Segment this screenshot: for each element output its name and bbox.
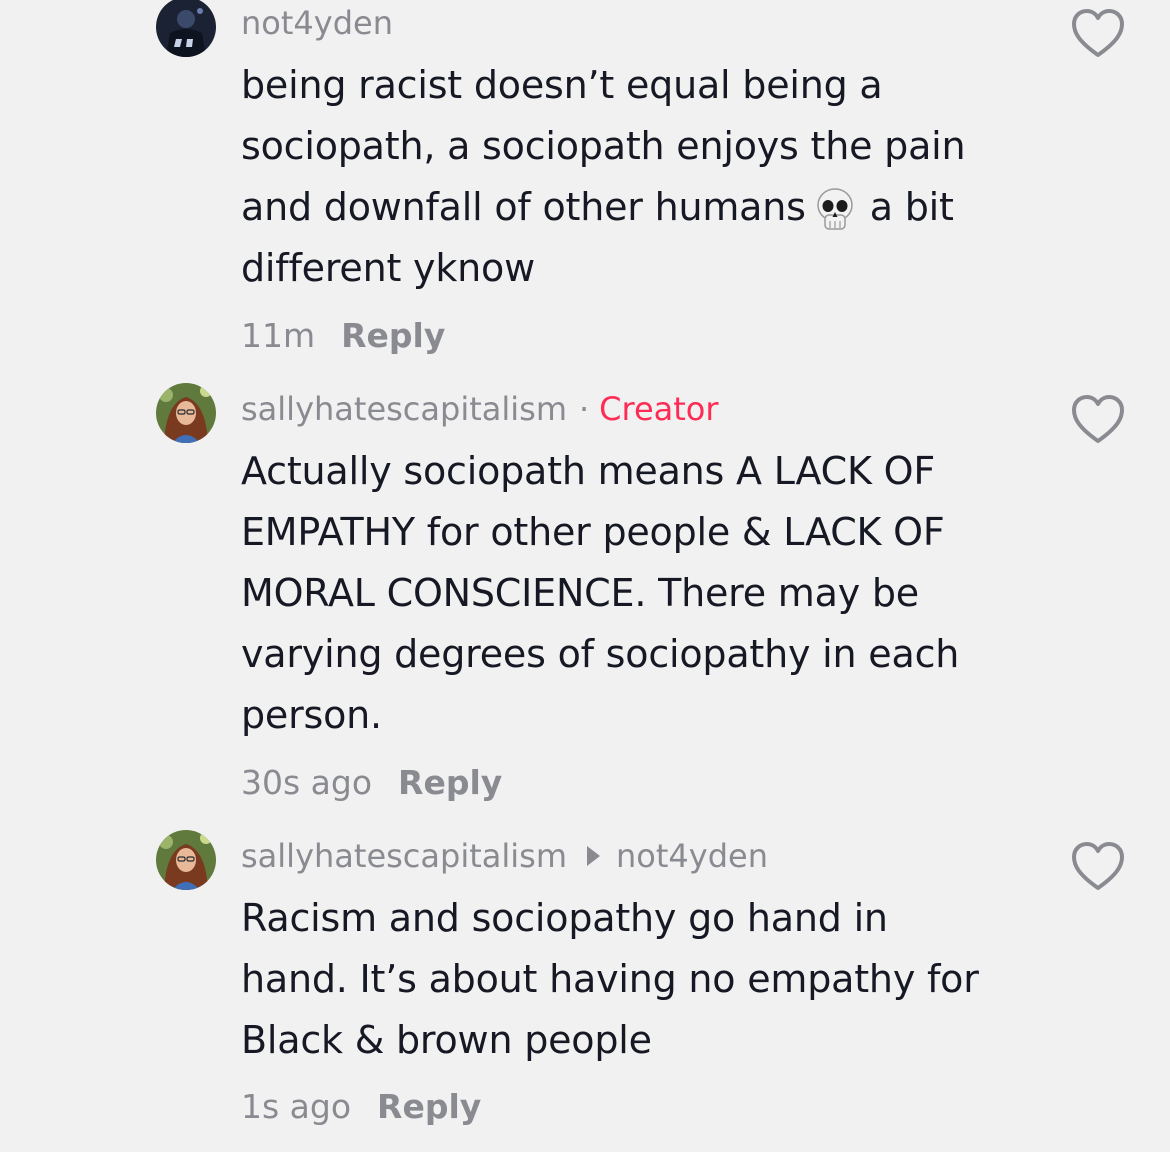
comment-text: being racist doesn’t equal being a socio… (241, 55, 1031, 299)
comment-meta: 30s ago Reply (241, 762, 502, 802)
heart-outline-icon (1072, 9, 1124, 57)
username[interactable]: not4yden (241, 4, 393, 42)
timestamp: 1s ago (241, 1086, 352, 1126)
comment-line: Black & brown people (241, 1018, 652, 1062)
reply-button[interactable]: Reply (398, 763, 502, 802)
username[interactable]: sallyhatescapitalism (241, 837, 567, 875)
avatar[interactable] (156, 830, 216, 890)
reply-to-username[interactable]: not4yden (616, 837, 768, 875)
comment-line-with-emoji: and downfall of other humans a bit (241, 177, 1031, 238)
comment-line: Racism and sociopathy go hand in (241, 896, 888, 940)
triangle-right-icon (586, 846, 600, 866)
comment-text: Actually sociopath means A LACK OF EMPAT… (241, 441, 1031, 746)
skull-emoji-icon (810, 185, 860, 235)
creator-badge: Creator (599, 390, 719, 428)
comment-line: sociopath, a sociopath enjoys the pain (241, 124, 966, 168)
heart-outline-icon (1072, 395, 1124, 443)
comment-line: person. (241, 693, 382, 737)
comment-meta: 11m Reply (241, 315, 445, 355)
avatar[interactable] (156, 0, 216, 57)
comment-text: Racism and sociopathy go hand in hand. I… (241, 888, 1031, 1071)
comment-line: hand. It’s about having no empathy for (241, 957, 979, 1001)
comment-line: MORAL CONSCIENCE. There may be (241, 571, 919, 615)
reply-button[interactable]: Reply (377, 1087, 481, 1126)
like-button[interactable] (1070, 8, 1126, 60)
heart-outline-icon (1072, 842, 1124, 890)
username-row: sallyhatescapitalism not4yden (241, 836, 768, 876)
comment-meta: 1s ago Reply (241, 1086, 481, 1126)
like-button[interactable] (1070, 841, 1126, 893)
like-button[interactable] (1070, 394, 1126, 446)
timestamp: 11m (241, 315, 316, 355)
separator: · (578, 390, 590, 428)
comment-line: being racist doesn’t equal being a (241, 63, 883, 107)
comment-line: EMPATHY for other people & LACK OF (241, 510, 945, 554)
username-row: not4yden (241, 3, 393, 43)
username[interactable]: sallyhatescapitalism (241, 390, 567, 428)
comment-line: different yknow (241, 246, 535, 290)
avatar[interactable] (156, 383, 216, 443)
comment-line: Actually sociopath means A LACK OF (241, 449, 935, 493)
comment-line: varying degrees of sociopathy in each (241, 632, 960, 676)
timestamp: 30s ago (241, 762, 373, 802)
username-row: sallyhatescapitalism · Creator (241, 389, 719, 429)
reply-button[interactable]: Reply (341, 316, 445, 355)
